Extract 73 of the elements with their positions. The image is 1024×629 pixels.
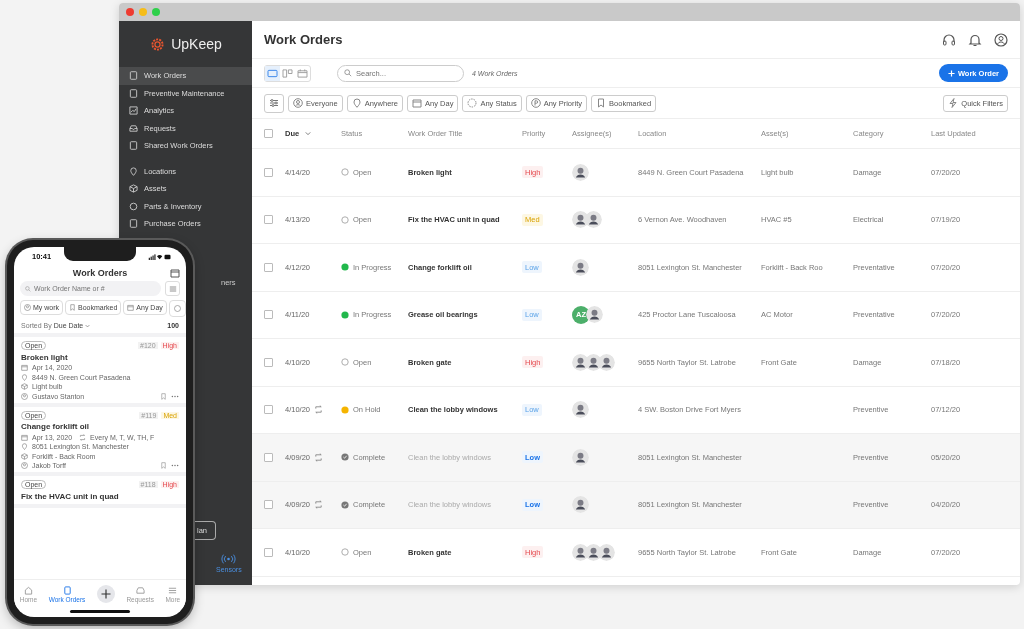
plus-icon	[947, 69, 955, 77]
bookmark-icon[interactable]	[160, 462, 167, 469]
more-icon[interactable]	[171, 464, 179, 467]
location-pin-icon	[129, 166, 138, 176]
card-title: Broken light	[21, 352, 69, 362]
cube-icon	[129, 184, 138, 194]
row-checkbox[interactable]	[264, 500, 273, 510]
location-pin-icon	[351, 98, 362, 108]
document-icon	[129, 219, 138, 229]
person-icon	[24, 304, 31, 311]
person-icon	[293, 98, 303, 108]
row-checkbox[interactable]	[264, 215, 273, 225]
calendar-icon[interactable]	[170, 267, 180, 278]
dashed-circle-icon	[467, 98, 478, 108]
row-checkbox[interactable]	[264, 310, 273, 320]
signal-battery-icon	[148, 253, 172, 260]
bookmark-icon[interactable]	[160, 392, 167, 400]
row-checkbox[interactable]	[264, 405, 273, 415]
calendar-icon	[412, 98, 423, 108]
headset-icon[interactable]	[942, 32, 956, 47]
cube-icon	[21, 383, 28, 390]
person-icon	[21, 462, 28, 469]
bookmark-icon	[69, 304, 77, 311]
circle-icon	[173, 305, 181, 312]
chevron-down-icon	[305, 131, 312, 136]
inbox-icon	[129, 123, 138, 133]
maximize-button[interactable]	[152, 8, 160, 16]
location-pin-icon	[21, 443, 28, 450]
chart-icon	[129, 106, 138, 116]
phone-notch	[64, 247, 136, 261]
repeat-icon	[79, 433, 87, 441]
minimize-button[interactable]	[139, 8, 147, 16]
page-title: Work Orders	[264, 32, 344, 47]
person-icon	[21, 392, 28, 400]
row-checkbox[interactable]	[264, 262, 273, 272]
location-pin-icon	[21, 373, 28, 381]
account-icon[interactable]	[994, 32, 1008, 47]
search-icon	[344, 69, 352, 77]
search-icon	[25, 285, 31, 292]
calendar-icon	[21, 433, 28, 441]
inbox-icon	[135, 585, 145, 595]
cube-icon	[21, 452, 28, 460]
home-icon	[23, 585, 33, 595]
clipboard-icon	[62, 585, 72, 595]
chevron-down-icon[interactable]	[85, 323, 91, 328]
phone-title: Work Orders	[72, 267, 128, 278]
row-checkbox[interactable]	[264, 452, 273, 462]
card-title: Fix the HVAC unit in quad	[21, 491, 120, 501]
row-checkbox[interactable]	[264, 547, 273, 557]
sensor-icon	[220, 554, 238, 564]
bookmark-icon	[596, 98, 607, 108]
repeat-icon	[314, 405, 324, 415]
repeat-icon	[314, 452, 324, 462]
select-all-checkbox[interactable]	[264, 129, 273, 138]
card-title: Change forklift oil	[21, 422, 90, 431]
menu-icon	[168, 585, 178, 595]
row-checkbox[interactable]	[264, 167, 273, 177]
bell-icon[interactable]	[968, 32, 982, 47]
list-view-button[interactable]	[265, 65, 280, 81]
lightning-icon	[948, 98, 959, 108]
filter-settings-button[interactable]	[264, 93, 284, 113]
calendar-icon	[127, 304, 135, 311]
calendar-icon	[21, 364, 28, 371]
priority-filter-chip[interactable]	[168, 300, 186, 317]
priority-icon	[530, 98, 541, 108]
add-button[interactable]	[96, 585, 115, 603]
logo-text: UpKeep	[171, 36, 222, 52]
close-button[interactable]	[126, 8, 134, 16]
row-checkbox[interactable]	[264, 357, 273, 367]
repeat-icon	[314, 500, 324, 510]
document-icon	[129, 141, 138, 151]
more-icon[interactable]	[171, 394, 179, 398]
home-indicator	[70, 610, 130, 613]
